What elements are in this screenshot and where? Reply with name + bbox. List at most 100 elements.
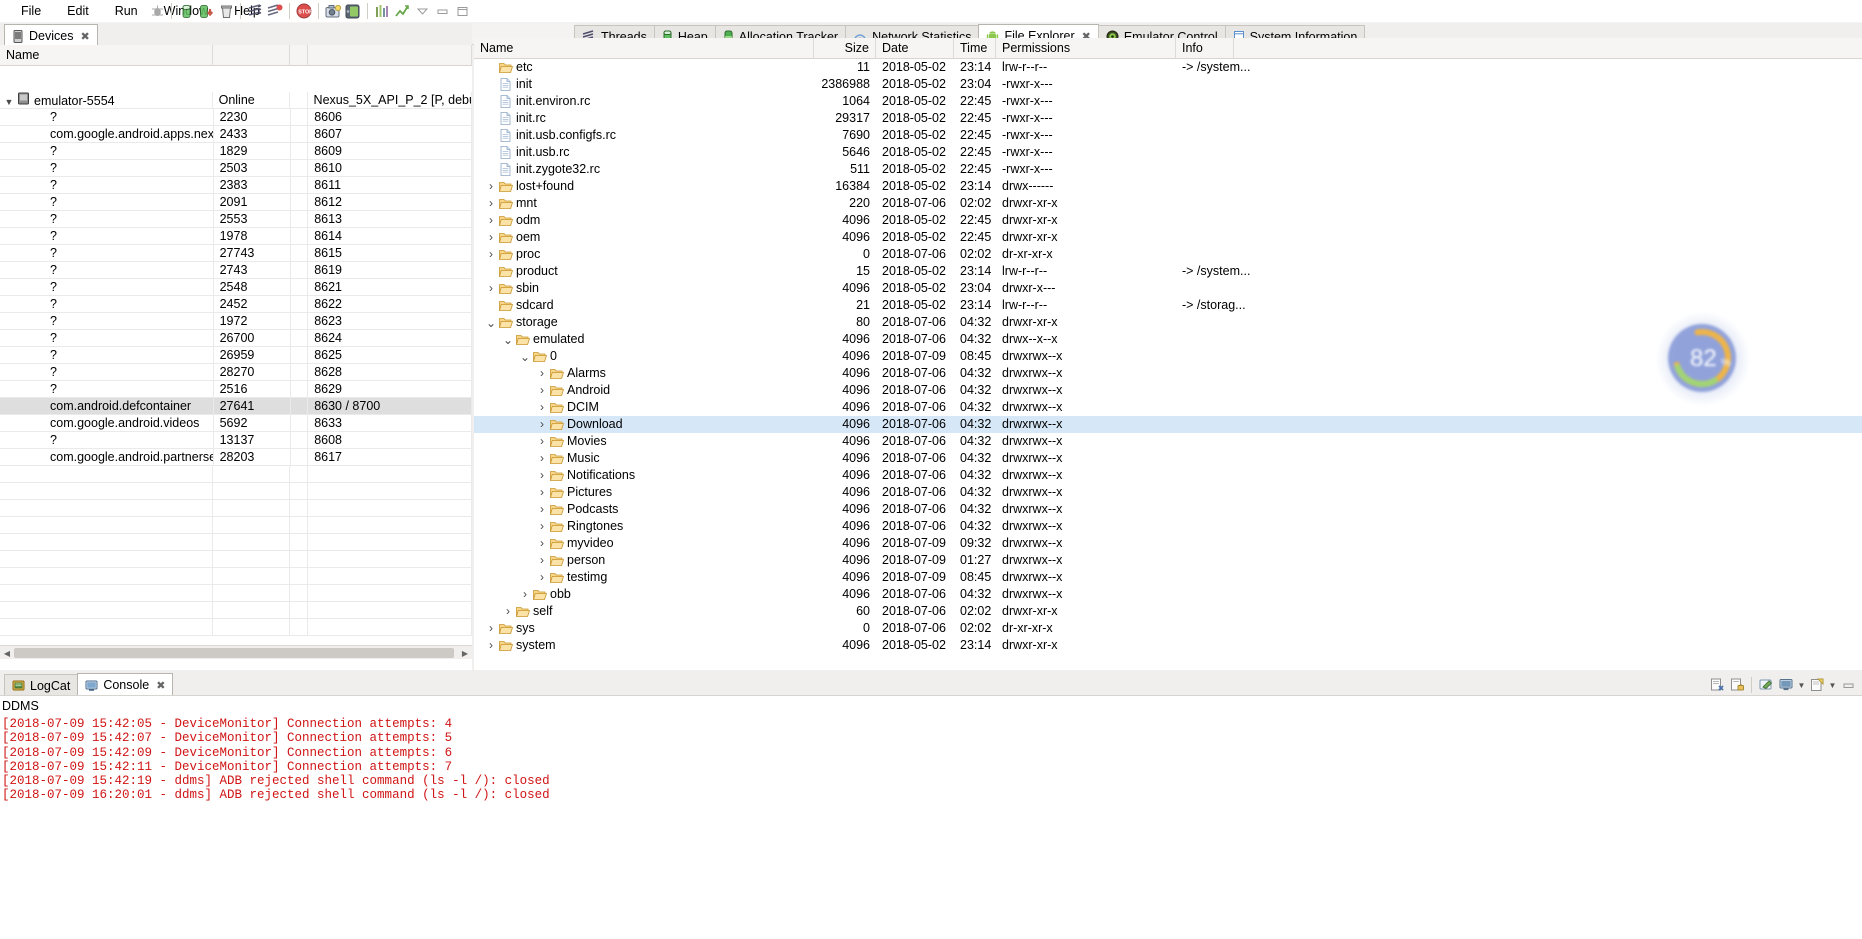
update-threads-icon[interactable] [245,1,265,21]
systrace-icon[interactable] [372,1,392,21]
file-row[interactable]: ›odm40962018-05-0222:45drwxr-xr-x [474,212,1862,229]
device-row[interactable]: ?20918612 [0,194,472,211]
device-row[interactable]: ?269598625 [0,347,472,364]
scroll-left-icon[interactable]: ◀ [1,647,13,659]
file-row[interactable]: sdcard212018-05-0223:14lrw-r--r---> /sto… [474,297,1862,314]
start-method-profiling-icon[interactable] [265,1,285,21]
device-row[interactable]: ?19788614 [0,228,472,245]
file-row[interactable]: ›system40962018-05-0223:14drwxr-xr-x [474,637,1862,654]
file-row[interactable]: init23869882018-05-0223:04-rwxr-x--- [474,76,1862,93]
device-row[interactable]: ?25038610 [0,160,472,177]
pin-console-icon[interactable] [1756,675,1776,695]
file-row[interactable]: init.usb.configfs.rc76902018-05-0222:45-… [474,127,1862,144]
file-row[interactable]: ›Alarms40962018-07-0604:32drwxrwx--x [474,365,1862,382]
explorer-column-time[interactable]: Time [954,38,996,59]
device-row[interactable]: ?25168629 [0,381,472,398]
trace-icon[interactable] [392,1,412,21]
lock-scroll-icon[interactable] [1727,675,1747,695]
expander-collapsed-icon[interactable]: › [535,433,549,450]
maximize-icon[interactable] [1838,675,1858,695]
file-row[interactable]: init.zygote32.rc5112018-05-0222:45-rwxr-… [474,161,1862,178]
file-row[interactable]: init.usb.rc56462018-05-0222:45-rwxr-x--- [474,144,1862,161]
file-row[interactable]: init.environ.rc10642018-05-0222:45-rwxr-… [474,93,1862,110]
file-row[interactable]: ›sys02018-07-0602:02dr-xr-xr-x [474,620,1862,637]
device-row[interactable]: ?22308606 [0,109,472,126]
file-row[interactable]: ›Notifications40962018-07-0604:32drwxrwx… [474,467,1862,484]
file-row[interactable]: ›myvideo40962018-07-0909:32drwxrwx--x [474,535,1862,552]
scroll-right-icon[interactable]: ▶ [459,647,471,659]
devices-hscroll-thumb[interactable] [14,648,454,658]
update-heap-icon[interactable] [176,1,196,21]
expander-collapsed-icon[interactable]: › [535,450,549,467]
menu-item-edit[interactable]: Edit [54,2,102,20]
file-row[interactable]: ›DCIM40962018-07-0604:32drwxrwx--x [474,399,1862,416]
device-row[interactable]: ?19728623 [0,313,472,330]
open-console-icon[interactable] [1807,675,1827,695]
expander-collapsed-icon[interactable]: › [484,195,498,212]
expander-collapsed-icon[interactable]: › [535,484,549,501]
expander-collapsed-icon[interactable]: › [535,569,549,586]
expander-collapsed-icon[interactable]: › [484,229,498,246]
expander-collapsed-icon[interactable]: › [535,399,549,416]
expander-expanded-icon[interactable]: ⌄ [484,319,498,327]
stop-process-icon[interactable]: STOP [294,1,314,21]
file-row[interactable]: init.rc293172018-05-0222:45-rwxr-x--- [474,110,1862,127]
file-row[interactable]: ›obb40962018-07-0604:32drwxrwx--x [474,586,1862,603]
devices-column-spacer[interactable] [290,45,308,66]
file-row[interactable]: ›sbin40962018-05-0223:04drwxr-x--- [474,280,1862,297]
device-row[interactable]: com.google.android.partnersetup282038617 [0,449,472,466]
explorer-column-date[interactable]: Date [876,38,954,59]
expander-collapsed-icon[interactable]: › [518,586,532,603]
tab-logcat[interactable]: LogCat [4,674,78,696]
file-row[interactable]: ›lost+found163842018-05-0223:14drwx-----… [474,178,1862,195]
file-row[interactable]: ⌄040962018-07-0908:45drwxrwx--x [474,348,1862,365]
expander-collapsed-icon[interactable]: › [535,501,549,518]
expander-collapsed-icon[interactable]: › [501,603,515,620]
device-row[interactable]: com.android.defcontainer276418630 / 8700 [0,398,472,415]
expander-collapsed-icon[interactable]: › [484,178,498,195]
explorer-column-info[interactable]: Info [1176,38,1234,59]
file-row[interactable]: ›Pictures40962018-07-0604:32drwxrwx--x [474,484,1862,501]
expander-collapsed-icon[interactable]: › [535,382,549,399]
device-row[interactable]: ?25488621 [0,279,472,296]
file-row[interactable]: ›oem40962018-05-0222:45drwxr-xr-x [474,229,1862,246]
minimize-icon[interactable] [432,1,452,21]
expander-expanded-icon[interactable]: ⌄ [501,336,515,344]
device-row[interactable]: ?282708628 [0,364,472,381]
devices-column-name[interactable]: Name [0,45,213,66]
tab-console[interactable]: Console✖ [77,673,173,696]
file-row[interactable]: ›Podcasts40962018-07-0604:32drwxrwx--x [474,501,1862,518]
expander-collapsed-icon[interactable]: › [535,518,549,535]
device-row[interactable]: ?277438615 [0,245,472,262]
devices-hscrollbar[interactable]: ◀ ▶ [0,645,472,659]
debug-process-icon[interactable] [147,1,167,21]
devices-tree[interactable]: ▼emulator-5554OnlineNexus_5X_API_P_2 [P,… [0,92,472,645]
menu-item-run[interactable]: Run [102,2,151,20]
device-screenshot-icon[interactable] [343,1,363,21]
file-row[interactable]: ›person40962018-07-0901:27drwxrwx--x [474,552,1862,569]
dump-hprof-icon[interactable] [196,1,216,21]
device-row[interactable]: ?25538613 [0,211,472,228]
console-dropdown-icon[interactable]: ▼ [1827,675,1838,695]
device-row[interactable]: ?23838611 [0,177,472,194]
file-row[interactable]: ›Movies40962018-07-0604:32drwxrwx--x [474,433,1862,450]
file-explorer-tree[interactable]: etc112018-05-0223:14lrw-r--r---> /system… [474,59,1862,667]
screen-capture-icon[interactable] [323,1,343,21]
file-row[interactable]: ⌄storage802018-07-0604:32drwxr-xr-x [474,314,1862,331]
device-row[interactable]: ?27438619 [0,262,472,279]
expander-collapsed-icon[interactable]: › [535,365,549,382]
expander-collapsed-icon[interactable]: › [484,620,498,637]
view-menu-icon[interactable] [412,1,432,21]
expander-icon[interactable]: ▼ [2,94,16,109]
maximize-icon[interactable] [452,1,472,21]
cause-gc-icon[interactable] [216,1,236,21]
menu-item-file[interactable]: File [8,2,54,20]
display-console-icon[interactable] [1776,675,1796,695]
devices-column-online[interactable] [213,45,290,66]
file-row[interactable]: ›self602018-07-0602:02drwxr-xr-x [474,603,1862,620]
file-row[interactable]: ›testimg40962018-07-0908:45drwxrwx--x [474,569,1862,586]
file-row[interactable]: product152018-05-0223:14lrw-r--r---> /sy… [474,263,1862,280]
file-row[interactable]: ›Ringtones40962018-07-0604:32drwxrwx--x [474,518,1862,535]
expander-collapsed-icon[interactable]: › [484,246,498,263]
device-row[interactable]: ▼emulator-5554OnlineNexus_5X_API_P_2 [P,… [0,92,472,109]
